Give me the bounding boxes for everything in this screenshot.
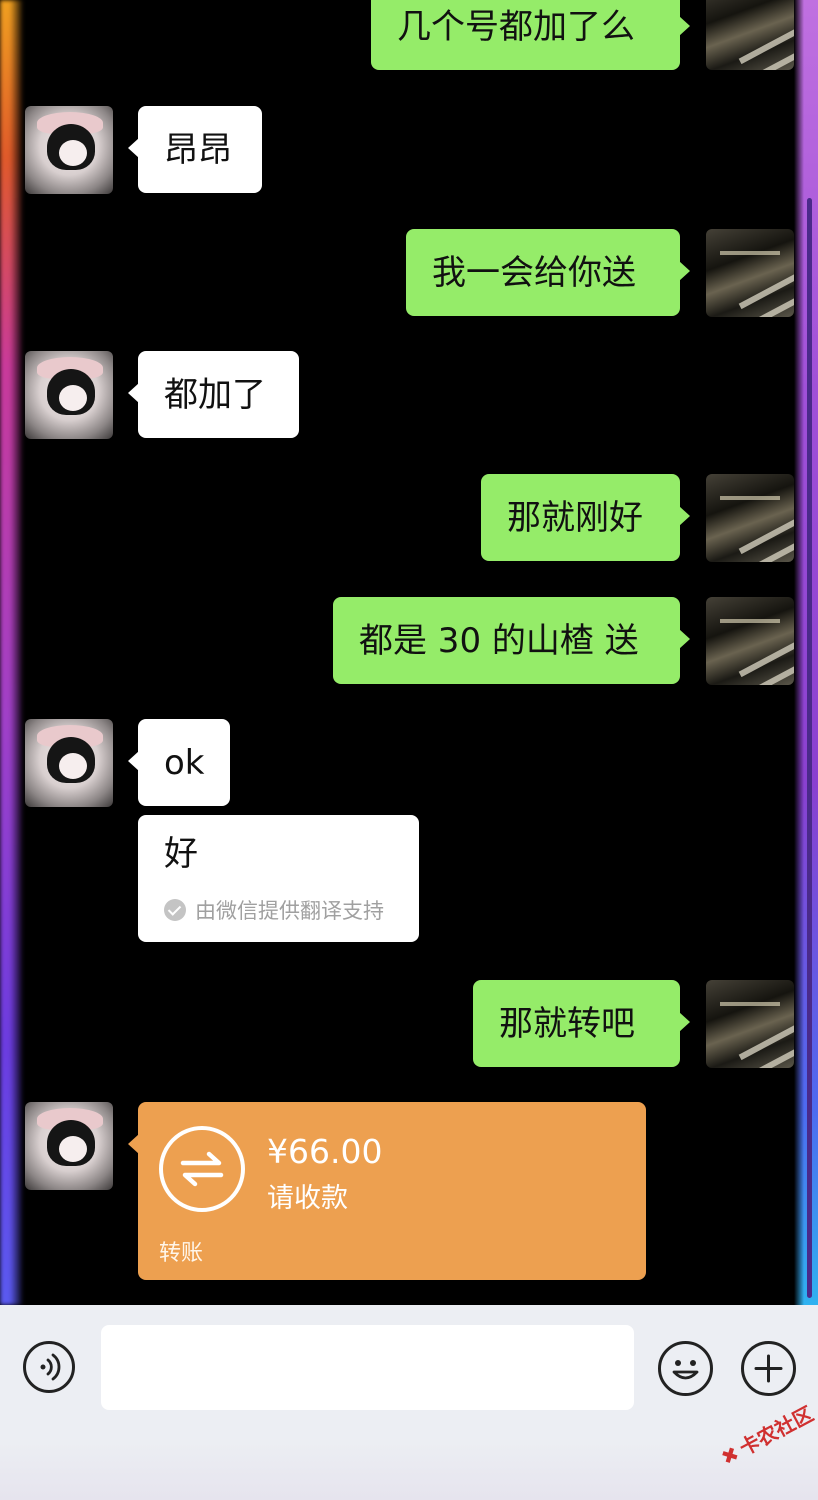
contact-avatar[interactable] [25, 106, 113, 194]
contact-avatar[interactable] [25, 719, 113, 807]
chat-bubble-sent[interactable]: 都是 30 的山楂 送 [333, 597, 690, 684]
my-avatar[interactable] [706, 474, 794, 562]
chat-bubble-received[interactable]: ok [128, 719, 230, 806]
left-edge-glow [0, 0, 24, 1305]
transfer-card[interactable]: ¥66.00 请收款 转账 [128, 1102, 646, 1280]
chat-bubble-received[interactable]: 昂昂 [128, 106, 262, 193]
emoji-icon[interactable] [658, 1341, 713, 1396]
transfer-label: 转账 [159, 1241, 204, 1266]
chat-bubble-sent[interactable]: 几个号都加了么 [371, 0, 690, 70]
contact-avatar[interactable] [25, 1102, 113, 1190]
message-input[interactable] [101, 1325, 634, 1410]
right-edge-glow [794, 0, 818, 1305]
translation-text: 好 [164, 834, 198, 874]
my-avatar[interactable] [706, 0, 794, 70]
check-icon [164, 899, 186, 921]
input-bar [0, 1305, 818, 1500]
contact-avatar[interactable] [25, 351, 113, 439]
my-avatar[interactable] [706, 597, 794, 685]
voice-icon[interactable] [23, 1341, 75, 1393]
transfer-status: 请收款 [267, 1183, 348, 1214]
transfer-amount: ¥66.00 [267, 1132, 383, 1171]
translation-credit-text: 由微信提供翻译支持 [195, 899, 384, 923]
my-avatar[interactable] [706, 980, 794, 1068]
translation-box[interactable]: 好 由微信提供翻译支持 [138, 815, 419, 942]
translation-credit: 由微信提供翻译支持 [164, 895, 393, 925]
chat-bubble-sent[interactable]: 我一会给你送 [406, 229, 690, 316]
chat-bubble-sent[interactable]: 那就刚好 [481, 474, 690, 561]
chat-bubble-received[interactable]: 都加了 [128, 351, 299, 438]
chat-bubble-sent[interactable]: 那就转吧 [473, 980, 690, 1067]
my-avatar[interactable] [706, 229, 794, 317]
transfer-divider [138, 1226, 646, 1227]
transfer-arrows-icon [159, 1126, 245, 1212]
scrollbar[interactable] [807, 198, 812, 1298]
plus-icon[interactable] [741, 1341, 796, 1396]
